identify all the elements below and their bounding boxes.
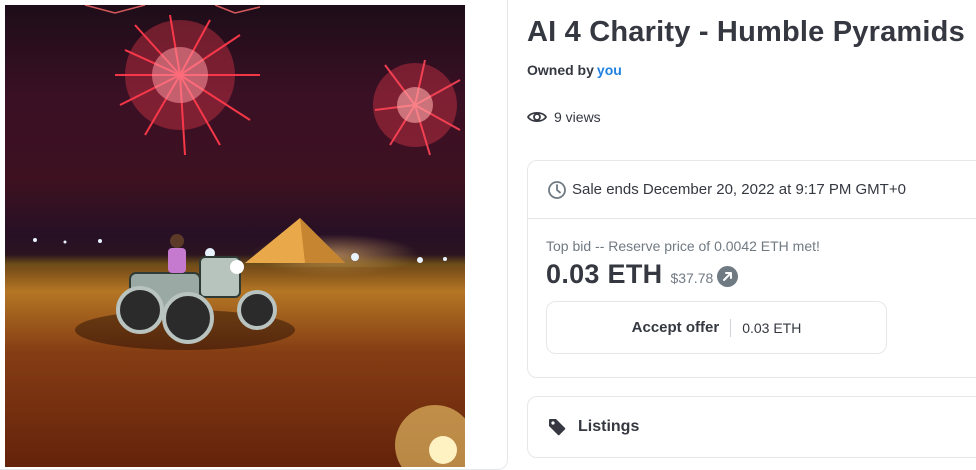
sale-end-text: Sale ends December 20, 2022 at 9:17 PM G… [572, 181, 906, 198]
artwork-card [0, 0, 508, 470]
accept-offer-button[interactable]: Accept offer 0.03 ETH [546, 301, 887, 354]
owner-line: Owned by you [527, 62, 622, 78]
accept-offer-label: Accept offer [631, 319, 720, 336]
sale-panel: Sale ends December 20, 2022 at 9:17 PM G… [527, 160, 976, 378]
offer-divider [730, 318, 732, 337]
artwork-illustration [5, 5, 465, 467]
views-count: 9 views [527, 109, 601, 125]
sale-end-header: Sale ends December 20, 2022 at 9:17 PM G… [528, 161, 976, 219]
arrow-up-right-icon[interactable] [717, 266, 739, 287]
eye-icon [527, 111, 547, 123]
listings-panel-toggle[interactable]: Listings [527, 396, 976, 458]
accept-offer-amount: 0.03 ETH [742, 319, 802, 336]
price-usd: $37.78 [670, 270, 714, 286]
listings-label: Listings [578, 418, 640, 435]
nft-artwork-image[interactable] [5, 5, 465, 467]
clock-icon [548, 180, 566, 199]
views-text: 9 views [554, 109, 601, 125]
price-row: 0.03 ETH $37.78 [546, 259, 968, 290]
owned-by-label: Owned by [527, 62, 594, 78]
nft-title: AI 4 Charity - Humble Pyramids [527, 16, 965, 48]
tag-icon [549, 419, 566, 436]
price-eth: 0.03 ETH [546, 259, 663, 289]
owner-link[interactable]: you [597, 62, 622, 78]
top-bid-label: Top bid -- Reserve price of 0.0042 ETH m… [546, 238, 820, 254]
price-section: Top bid -- Reserve price of 0.0042 ETH m… [528, 219, 976, 354]
